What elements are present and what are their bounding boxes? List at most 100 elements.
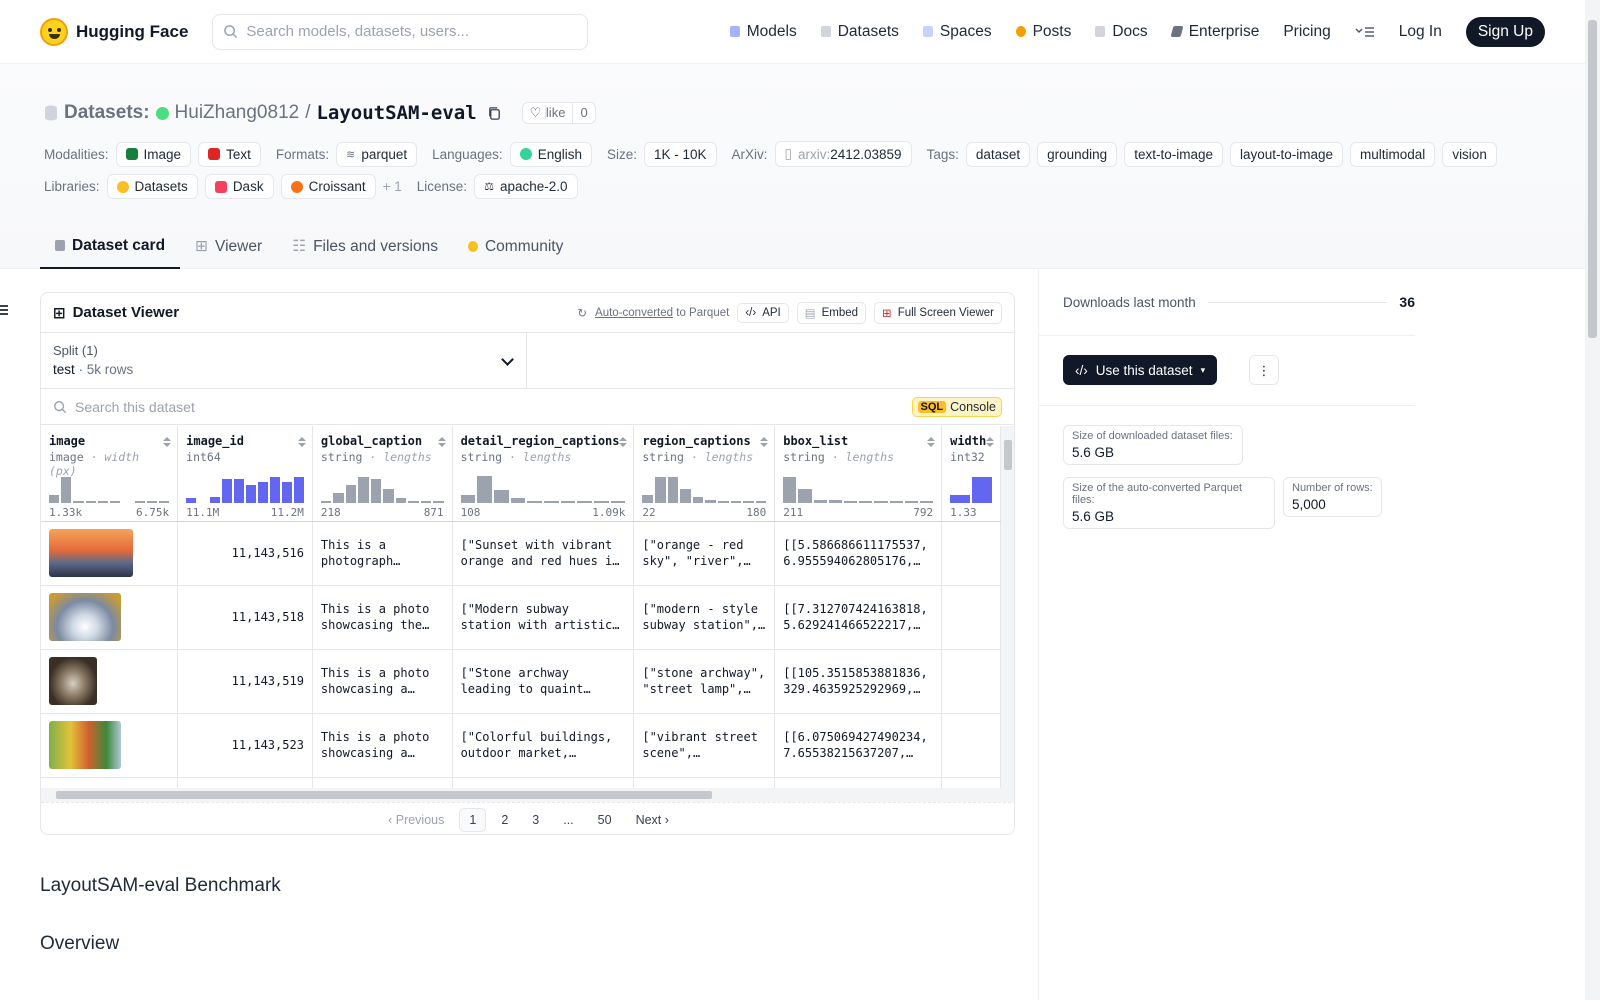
library-croissant-chip[interactable]: Croissant bbox=[280, 174, 376, 199]
histogram-bar[interactable] bbox=[477, 475, 492, 503]
nav-datasets[interactable]: Datasets bbox=[820, 23, 899, 41]
histogram-bar[interactable] bbox=[527, 501, 542, 503]
tab-viewer[interactable]: ⊞ Viewer bbox=[180, 224, 277, 269]
column-header-image-id[interactable]: image_id int64 11.1M 11.2M bbox=[177, 426, 313, 522]
tag-dataset[interactable]: dataset bbox=[965, 141, 1031, 167]
histogram-bar[interactable] bbox=[919, 501, 934, 503]
histogram-bar[interactable] bbox=[743, 501, 754, 503]
nav-enterprise[interactable]: Enterprise bbox=[1170, 23, 1259, 41]
modality-image-chip[interactable]: Image bbox=[115, 141, 192, 167]
histogram-bar[interactable] bbox=[560, 501, 576, 503]
histogram-bar[interactable] bbox=[680, 488, 691, 503]
embed-button[interactable]: ▤ Embed bbox=[796, 301, 867, 324]
histogram-bar[interactable] bbox=[97, 501, 109, 503]
histogram-bar[interactable] bbox=[222, 479, 233, 503]
histogram-bar[interactable] bbox=[493, 490, 509, 503]
histogram-bar[interactable] bbox=[843, 501, 858, 503]
histogram-bar[interactable] bbox=[904, 501, 918, 503]
tab-dataset-card[interactable]: Dataset card bbox=[40, 224, 181, 269]
histogram-bar[interactable] bbox=[234, 479, 245, 503]
histogram-bar[interactable] bbox=[692, 496, 704, 503]
column-header-image[interactable]: image image · width (px) 1.33k 6.75k bbox=[41, 426, 179, 522]
brand-logo[interactable]: Hugging Face bbox=[40, 17, 188, 46]
histogram-bar[interactable] bbox=[333, 493, 344, 503]
histogram-bar[interactable] bbox=[134, 501, 145, 503]
histogram-bar[interactable] bbox=[859, 501, 873, 503]
datasets-breadcrumb[interactable]: Datasets: bbox=[64, 102, 150, 124]
login-link[interactable]: Log In bbox=[1399, 23, 1442, 41]
histogram-bar[interactable] bbox=[270, 477, 281, 503]
size-chip[interactable]: 1K - 10K bbox=[643, 141, 717, 167]
page-scrollbar[interactable] bbox=[1585, 0, 1600, 1000]
column-header-global-caption[interactable]: global_caption string · lengths 218 871 bbox=[312, 426, 453, 522]
sort-icon[interactable] bbox=[297, 437, 306, 447]
nav-models[interactable]: Models bbox=[729, 23, 797, 41]
image-cell[interactable] bbox=[41, 585, 179, 650]
tag-multimodal[interactable]: multimodal bbox=[1350, 141, 1436, 167]
image-thumbnail[interactable] bbox=[49, 593, 121, 641]
tag-grounding[interactable]: grounding bbox=[1037, 141, 1118, 167]
histogram-bar[interactable] bbox=[874, 501, 888, 503]
library-datasets-chip[interactable]: Datasets bbox=[106, 174, 198, 199]
nav-docs[interactable]: Docs bbox=[1095, 23, 1148, 41]
histogram-bar[interactable] bbox=[705, 499, 716, 503]
page-50-button[interactable]: 50 bbox=[589, 809, 621, 831]
owner-link[interactable]: HuiZhang0812 bbox=[175, 102, 300, 124]
like-button[interactable]: ♡ like 0 bbox=[521, 102, 596, 124]
histogram-bar[interactable] bbox=[383, 488, 394, 503]
histogram-bar[interactable] bbox=[246, 485, 257, 503]
tag-layout-to-image[interactable]: layout-to-image bbox=[1229, 141, 1344, 167]
dataset-search-input[interactable]: Search this dataset SQL Console bbox=[41, 389, 1014, 425]
format-parquet-chip[interactable]: ≋ parquet bbox=[336, 141, 418, 167]
histogram-bar[interactable] bbox=[577, 501, 593, 503]
use-this-dataset-button[interactable]: ‹/› Use this dataset ▾ bbox=[1063, 355, 1218, 385]
histogram-bar[interactable] bbox=[395, 498, 407, 503]
column-header-detail-region-captions[interactable]: detail_region_captions string · lengths 10… bbox=[452, 426, 635, 522]
histogram-bar[interactable] bbox=[755, 501, 767, 503]
histogram-bar[interactable] bbox=[110, 501, 121, 503]
sort-icon[interactable] bbox=[163, 437, 172, 447]
table-horizontal-scrollbar[interactable] bbox=[41, 788, 1014, 802]
image-thumbnail[interactable] bbox=[49, 657, 97, 705]
histogram-bar[interactable] bbox=[544, 501, 559, 503]
auto-converted-link[interactable]: Auto-converted to Parquet bbox=[595, 307, 729, 319]
full-screen-viewer-button[interactable]: ⊞ Full Screen Viewer bbox=[874, 301, 1002, 324]
modality-text-chip[interactable]: Text bbox=[198, 141, 261, 167]
histogram-bar[interactable] bbox=[813, 499, 827, 503]
histogram-bar[interactable] bbox=[420, 501, 432, 503]
image-cell[interactable] bbox=[41, 521, 179, 586]
histogram-bar[interactable] bbox=[610, 501, 626, 503]
library-dask-chip[interactable]: Dask bbox=[204, 174, 274, 199]
histogram-bar[interactable] bbox=[642, 495, 653, 503]
histogram-bar[interactable] bbox=[510, 498, 526, 503]
sql-console-button[interactable]: SQL Console bbox=[911, 396, 1002, 417]
api-button[interactable]: ‹/› API bbox=[737, 302, 789, 323]
tab-files-and-versions[interactable]: ☷ Files and versions bbox=[277, 224, 453, 269]
histogram-bar[interactable] bbox=[798, 488, 812, 503]
page-1-button[interactable]: 1 bbox=[459, 807, 487, 832]
histogram-bar[interactable] bbox=[889, 501, 903, 503]
histogram-bar[interactable] bbox=[282, 482, 293, 503]
histogram-bar[interactable] bbox=[408, 501, 419, 503]
histogram-bar[interactable] bbox=[667, 477, 679, 503]
page-3-button[interactable]: 3 bbox=[523, 809, 548, 831]
table-row[interactable]: 11,143,523This is a photo showcasing a c… bbox=[41, 713, 1001, 778]
more-menu-button[interactable] bbox=[1355, 26, 1375, 38]
histogram-bar[interactable] bbox=[61, 477, 72, 503]
table-row[interactable] bbox=[41, 777, 1001, 788]
histogram-bar[interactable] bbox=[460, 495, 476, 503]
histogram-bar[interactable] bbox=[294, 477, 304, 503]
tag-text-to-image[interactable]: text-to-image bbox=[1124, 141, 1223, 167]
language-english-chip[interactable]: English bbox=[509, 141, 592, 167]
global-search-input[interactable]: Search models, datasets, users... bbox=[212, 13, 589, 50]
image-cell[interactable] bbox=[41, 649, 179, 714]
histogram-bar[interactable] bbox=[370, 479, 382, 503]
histogram-bar[interactable] bbox=[717, 501, 729, 503]
sidebar-toggle-icon[interactable] bbox=[0, 305, 8, 315]
more-options-button[interactable]: ⋮ bbox=[1249, 355, 1279, 385]
histogram-bar[interactable] bbox=[49, 495, 60, 503]
auto-converted-text[interactable]: Auto-converted bbox=[595, 307, 673, 319]
histogram-bar[interactable] bbox=[433, 501, 444, 503]
sort-icon[interactable] bbox=[927, 437, 936, 447]
histogram-bar[interactable] bbox=[783, 477, 797, 503]
